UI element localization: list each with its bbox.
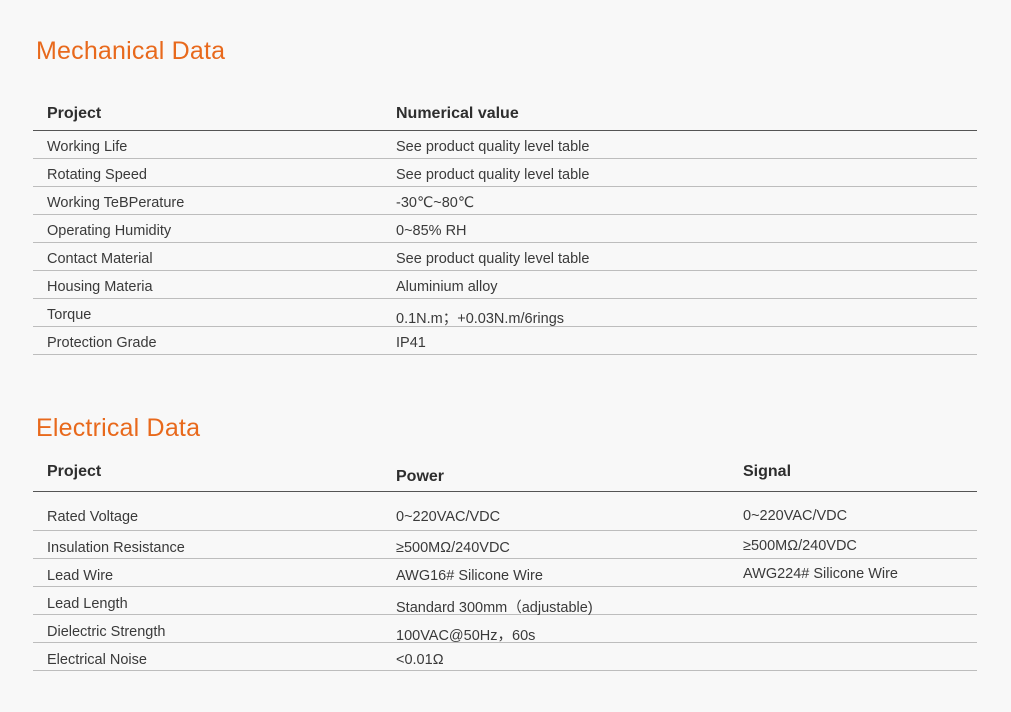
power-value: 0~220VAC/VDC [396,509,501,525]
table-header-row: Project Numerical value [33,100,977,131]
table-row: Electrical Noise <0.01Ω [33,643,977,671]
table-row: Rotating Speed See product quality level… [33,159,977,187]
power-value: 100VAC@50Hz，60s [396,628,536,644]
column-header-signal: Signal [743,463,792,480]
electrical-data-table: Project Power Signal Rated Voltage 0~220… [33,460,977,671]
column-header-power: Power [396,468,445,485]
table-row: Lead Length Standard 300mm（adjustable) [33,587,977,616]
row-label: Electrical Noise [47,652,147,668]
signal-value: ≥500MΩ/240VDC [743,538,857,554]
row-label: Rotating Speed [47,167,147,183]
row-label: Rated Voltage [47,509,139,525]
mechanical-data-title: Mechanical Data [36,37,226,65]
table-row: Dielectric Strength 100VAC@50Hz，60s [33,615,977,644]
column-header-project: Project [47,463,102,480]
table-row: Housing Materia Aluminium alloy [33,271,977,299]
row-label: Torque [47,307,92,323]
power-value: AWG16# Silicone Wire [396,568,543,584]
row-value: See product quality level table [396,139,590,155]
table-row: Insulation Resistance ≥500MΩ/240VDC ≥500… [33,531,977,559]
row-label: Working TeBPerature [47,195,185,211]
table-row: Operating Humidity 0~85% RH [33,215,977,243]
table-row: Rated Voltage 0~220VAC/VDC 0~220VAC/VDC [33,492,977,531]
row-value: Aluminium alloy [396,279,498,295]
electrical-data-title: Electrical Data [36,414,201,442]
power-value: ≥500MΩ/240VDC [396,540,510,556]
mechanical-data-table: Project Numerical value Working Life See… [33,100,977,355]
row-label: Housing Materia [47,279,153,295]
power-value: <0.01Ω [396,652,444,668]
row-label: Lead Wire [47,568,114,584]
power-value: Standard 300mm（adjustable) [396,600,593,616]
row-value: 0.1N.m；+0.03N.m/6rings [396,311,565,327]
row-label: Working Life [47,139,128,155]
table-row: Working TeBPerature -30℃~80℃ [33,187,977,215]
row-value: See product quality level table [396,251,590,267]
row-value: See product quality level table [396,167,590,183]
table-row: Torque 0.1N.m；+0.03N.m/6rings [33,299,977,327]
table-row: Contact Material See product quality lev… [33,243,977,271]
signal-value: 0~220VAC/VDC [743,508,848,524]
row-label: Contact Material [47,251,153,267]
row-label: Lead Length [47,596,128,612]
row-label: Dielectric Strength [47,624,166,640]
row-value: -30℃~80℃ [396,195,475,211]
row-label: Protection Grade [47,335,157,351]
column-header-numerical-value: Numerical value [396,105,519,122]
table-row: Lead Wire AWG16# Silicone Wire AWG224# S… [33,559,977,587]
row-label: Operating Humidity [47,223,172,239]
table-header-row: Project Power Signal [33,460,977,492]
row-value: 0~85% RH [396,223,467,239]
table-row: Protection Grade IP41 [33,327,977,355]
table-row: Working Life See product quality level t… [33,131,977,159]
row-value: IP41 [396,335,426,351]
column-header-project: Project [47,105,102,122]
signal-value: AWG224# Silicone Wire [743,566,898,582]
row-label: Insulation Resistance [47,540,185,556]
